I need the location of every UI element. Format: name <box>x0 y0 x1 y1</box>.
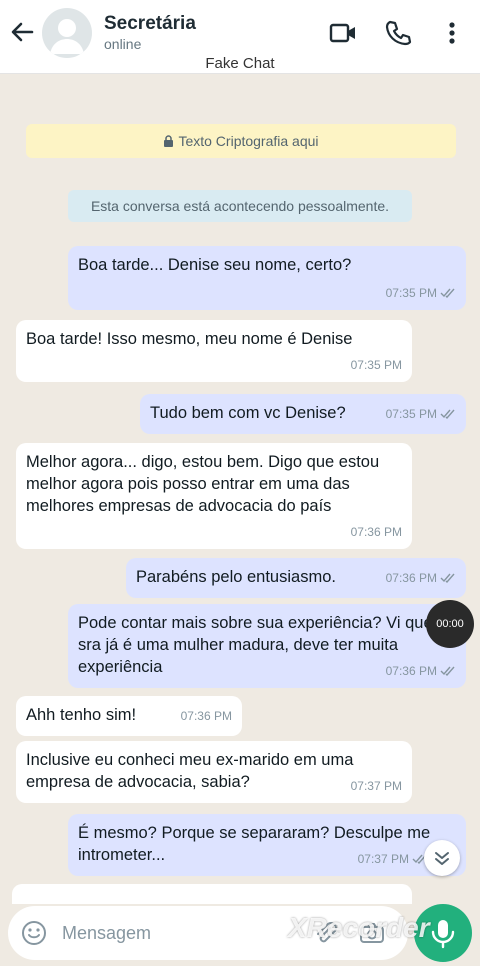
video-call-icon[interactable] <box>328 18 358 48</box>
message-time: 07:36 PM <box>180 709 232 723</box>
message-time: 07:35 PM <box>386 403 456 425</box>
message-bubble[interactable]: Inclusive eu conheci meu ex-marido em um… <box>16 741 412 803</box>
message-time: 07:37 PM <box>350 779 402 793</box>
chat-header: Secretária online Fake Chat <box>0 0 480 74</box>
message-bubble[interactable]: É mesmo? Porque se separaram? Desculpe m… <box>68 814 466 876</box>
double-check-icon <box>440 409 455 419</box>
message-bubble[interactable]: Parabéns pelo entusiasmo. 07:36 PM <box>126 558 466 598</box>
message-bubble[interactable]: Boa tarde... Denise seu nome, certo? 07:… <box>68 246 466 310</box>
message-input[interactable]: Mensagem <box>62 923 151 944</box>
message-time: 07:37 PM <box>358 848 428 870</box>
contact-name[interactable]: Secretária <box>104 13 196 35</box>
message-time: 07:36 PM <box>350 525 402 539</box>
double-check-icon <box>440 666 455 676</box>
encryption-notice: Texto Criptografia aqui <box>26 124 456 158</box>
app-name: Fake Chat <box>205 55 275 72</box>
message-time: 07:36 PM <box>386 660 456 682</box>
scroll-down-button[interactable] <box>424 840 460 876</box>
message-bubble[interactable]: Boa tarde! Isso mesmo, meu nome é Denise… <box>16 320 412 382</box>
chevron-double-down-icon <box>435 852 449 865</box>
double-check-icon <box>440 288 455 298</box>
message-text: Melhor agora... digo, estou bem. Digo qu… <box>26 453 380 515</box>
conversation-notice: Esta conversa está acontecendo pessoalme… <box>68 190 412 222</box>
message-text: Boa tarde... Denise seu nome, certo? <box>78 256 352 274</box>
message-bubble[interactable]: Melhor agora... digo, estou bem. Digo qu… <box>16 443 412 549</box>
message-bubble[interactable]: Tudo bem com vc Denise? 07:35 PM <box>140 394 466 434</box>
avatar[interactable] <box>42 8 92 58</box>
phone-icon[interactable] <box>383 18 413 48</box>
message-bubble[interactable]: Ahh tenho sim! 07:36 PM <box>16 696 242 736</box>
message-time: 07:35 PM <box>350 358 402 372</box>
contact-status: online <box>104 36 142 52</box>
chat-area[interactable]: Texto Criptografia aqui Esta conversa es… <box>0 74 480 894</box>
partial-message-bubble <box>12 884 412 904</box>
more-options-icon[interactable] <box>437 18 467 48</box>
double-check-icon <box>440 573 455 583</box>
message-text: Boa tarde! Isso mesmo, meu nome é Denise <box>26 330 353 348</box>
back-arrow-icon[interactable] <box>8 18 36 46</box>
emoji-icon[interactable] <box>20 919 48 947</box>
recorder-watermark: XRecorder <box>288 912 430 943</box>
lock-icon <box>163 125 174 159</box>
message-time: 07:35 PM <box>386 282 456 304</box>
message-text: Inclusive eu conheci meu ex-marido em um… <box>26 751 354 791</box>
message-bubble[interactable]: Pode contar mais sobre sua experiência? … <box>68 604 466 688</box>
message-time: 07:36 PM <box>386 567 456 589</box>
recorder-timer[interactable]: 00:00 <box>426 600 474 648</box>
